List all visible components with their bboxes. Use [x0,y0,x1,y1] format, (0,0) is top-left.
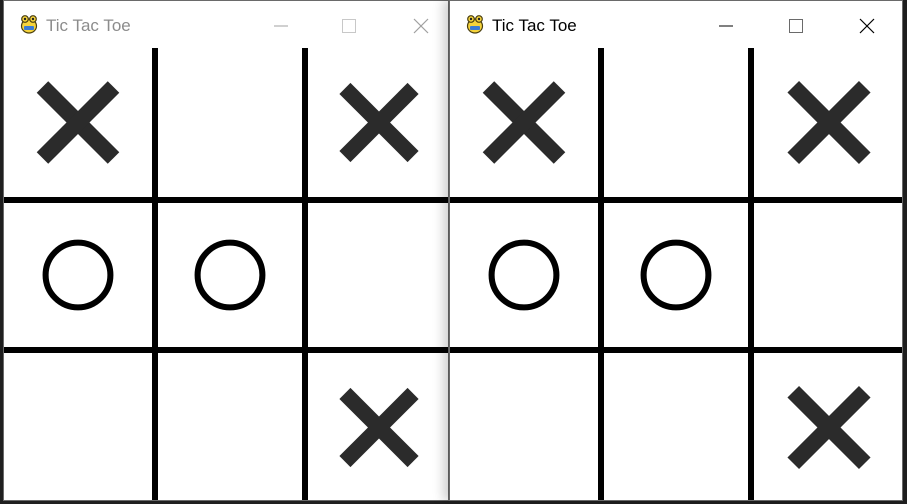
pygame-snake-icon [466,15,484,34]
window-title: Tic Tac Toe [46,16,131,35]
o-mark-icon [488,239,560,311]
x-mark-icon [787,80,871,165]
board-cell[interactable] [754,48,902,197]
x-mark-icon [339,387,419,468]
board-cell[interactable] [158,203,302,347]
maximize-button[interactable] [331,9,367,43]
game-board [4,48,448,500]
close-button[interactable] [403,9,439,43]
board-cell[interactable] [754,203,902,347]
board-cell[interactable] [604,48,748,197]
x-mark-icon [36,81,120,164]
title-bar[interactable]: Tic Tac Toe [450,1,902,48]
game-board [450,48,902,500]
board-cell[interactable] [308,353,448,500]
maximize-button[interactable] [778,9,814,43]
board-cell[interactable] [4,48,152,197]
o-mark-icon [42,239,114,311]
minimize-button[interactable] [263,9,299,43]
pygame-snake-icon [20,15,38,34]
x-mark-icon [482,81,566,164]
board-cell[interactable] [308,48,448,197]
board-cell[interactable] [450,48,598,197]
x-mark-icon [787,385,871,470]
board-cell[interactable] [158,48,302,197]
window-title: Tic Tac Toe [492,16,577,35]
board-cell[interactable] [754,353,902,500]
o-mark-icon [194,239,266,311]
board-cell[interactable] [604,353,748,500]
close-icon [413,18,429,34]
close-icon [859,18,875,34]
board-cell[interactable] [450,353,598,500]
maximize-icon [342,19,356,33]
board-cell[interactable] [4,353,152,500]
close-button[interactable] [849,9,885,43]
board-cell[interactable] [4,203,152,347]
tic-tac-toe-window-active[interactable]: Tic Tac Toe [449,0,903,501]
x-mark-icon [339,82,419,163]
board-cell[interactable] [308,203,448,347]
board-cell[interactable] [158,353,302,500]
board-cell[interactable] [604,203,748,347]
minimize-icon [274,25,288,27]
maximize-icon [789,19,803,33]
minimize-icon [719,25,733,27]
o-mark-icon [640,239,712,311]
title-bar[interactable]: Tic Tac Toe [4,1,448,48]
board-cell[interactable] [450,203,598,347]
minimize-button[interactable] [708,9,744,43]
tic-tac-toe-window-inactive[interactable]: Tic Tac Toe [3,0,449,501]
